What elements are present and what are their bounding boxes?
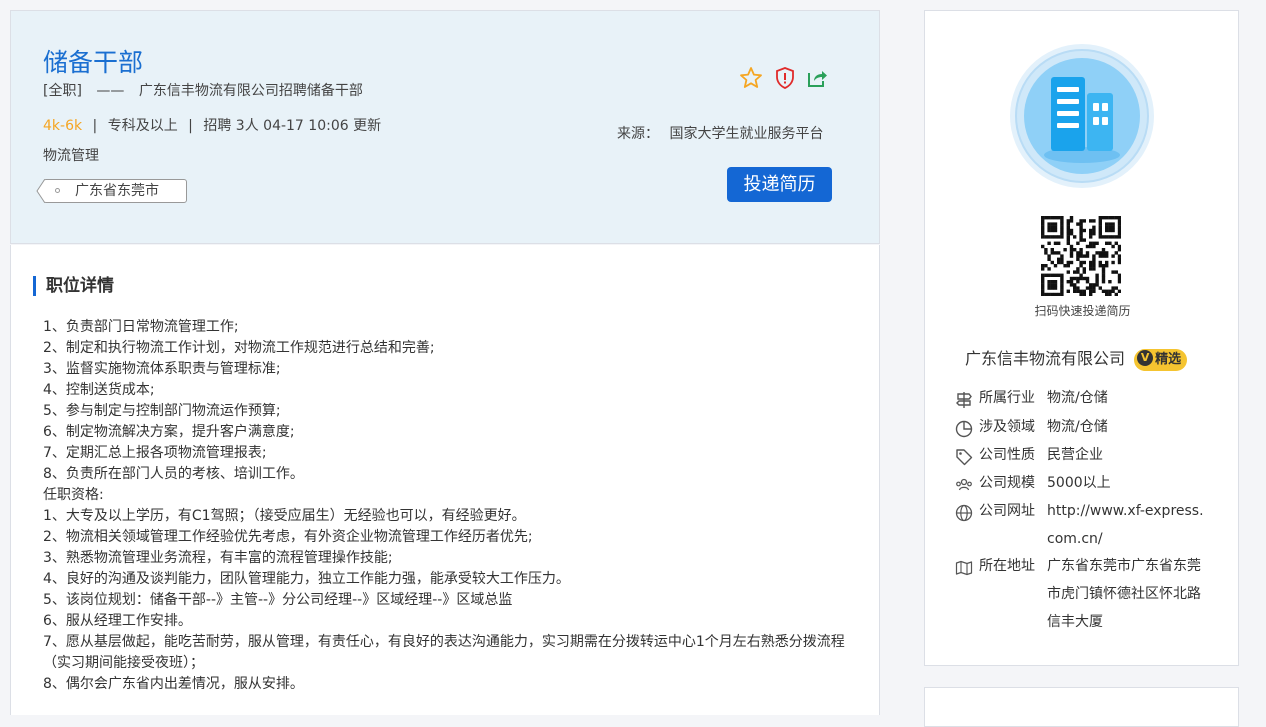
signpost-icon: [956, 392, 972, 408]
website-link[interactable]: http://www.xf-express.com.cn/: [1047, 497, 1209, 553]
desc-line: 任职资格:: [43, 487, 104, 503]
info-label: 公司规模: [979, 475, 1035, 491]
people-icon: [956, 478, 972, 491]
desc-line: 3、监督实施物流体系职责与管理标准;: [43, 361, 281, 377]
info-value: 民营企业: [1047, 447, 1103, 463]
desc-line: 2、物流相关领域管理工作经验优先考虑，有外资企业物流管理工作经历者优先;: [43, 529, 533, 545]
shield-report-icon[interactable]: [773, 66, 797, 90]
job-subtitle: 广东信丰物流有限公司招聘储备干部: [138, 83, 363, 99]
location-text: 广东省东莞市: [75, 183, 159, 199]
desc-line: 5、该岗位规划：储备干部--》主管--》分公司经理--》区域经理--》区域总监: [43, 592, 513, 608]
info-value: 5000以上: [1047, 475, 1111, 491]
desc-line: 5、参与制定与控制部门物流运作预算;: [43, 403, 281, 419]
headcount: 招聘 3人: [203, 118, 259, 134]
separator: |: [92, 118, 98, 134]
company-name-line: 广东信丰物流有限公司 V 精选: [965, 345, 1188, 371]
job-title: 储备干部: [43, 48, 144, 77]
separator: |: [188, 118, 193, 134]
source-value: 国家大学生就业服务平台: [669, 126, 824, 142]
info-value: 物流/仓储: [1047, 419, 1108, 435]
info-label: 涉及领域: [979, 419, 1035, 435]
desc-line: 6、制定物流解决方案，提升客户满意度;: [43, 424, 295, 440]
info-value: 广东省东莞市广东省东莞市虎门镇怀德社区怀北路信丰大厦: [1047, 558, 1201, 630]
desc-line: 7、定期汇总上报各项物流管理报表;: [43, 445, 267, 461]
qr-caption: 扫码快速投递简历: [1034, 304, 1131, 318]
dash: ——: [96, 83, 125, 99]
tag-icon: [956, 449, 973, 466]
globe-icon: [955, 504, 973, 522]
share-icon[interactable]: [805, 66, 829, 90]
education: 专科及以上: [107, 118, 178, 134]
company-logo-icon: [1010, 44, 1154, 188]
job-meta: 4k-6k | 专科及以上 | 招聘 3人 04-17 10:06 更新: [43, 115, 381, 135]
desc-line: 6、服从经理工作安排。: [43, 613, 192, 629]
desc-line: 4、控制送货成本;: [43, 382, 155, 398]
secondary-card: [924, 687, 1239, 727]
desc-line: 8、负责所在部门人员的考核、培训工作。: [43, 466, 304, 482]
section-title: 职位详情: [33, 276, 114, 296]
job-header-card: 储备干部 [全职] —— 广东信丰物流有限公司招聘储备干部 4k-6k | 专科…: [10, 10, 880, 244]
info-label: 公司性质: [979, 447, 1035, 463]
map-pin-icon: [955, 560, 973, 576]
v-icon: V: [1137, 350, 1154, 366]
company-card: 扫码快速投递简历 广东信丰物流有限公司 V 精选 所属行业 物流/仓储 涉及领域 …: [924, 10, 1239, 666]
job-type: [全职]: [43, 83, 82, 99]
source-line: 来源： 国家大学生就业服务平台: [617, 123, 823, 143]
updated-time: 04-17 10:06 更新: [263, 118, 382, 134]
tag-notch-icon: [36, 179, 45, 203]
desc-line: 1、负责部门日常物流管理工作;: [43, 319, 239, 335]
badge-text: 精选: [1155, 351, 1182, 367]
job-description: 1、负责部门日常物流管理工作; 2、制定和执行物流工作计划，对物流工作规范进行总…: [43, 317, 858, 695]
job-detail-card: 职位详情 1、负责部门日常物流管理工作; 2、制定和执行物流工作计划，对物流工作…: [10, 245, 880, 715]
source-label: 来源：: [617, 126, 659, 142]
info-label: 公司网址: [979, 503, 1035, 519]
info-label: 所在地址: [979, 558, 1035, 574]
info-value: 物流/仓储: [1047, 390, 1108, 406]
location-tag: 广东省东莞市: [36, 179, 187, 203]
desc-line: 7、愿从基层做起，能吃苦耐劳，服从管理，有责任心，有良好的表达沟通能力，实习期需…: [43, 634, 845, 671]
desc-line: 2、制定和执行物流工作计划，对物流工作规范进行总结和完善;: [43, 340, 435, 356]
desc-line: 1、大专及以上学历，有C1驾照；（接受应届生）无经验也可以，有经验更好。: [43, 508, 526, 524]
qr-code-icon: [1041, 216, 1121, 296]
info-label: 所属行业: [979, 390, 1035, 406]
desc-line: 4、良好的沟通及谈判能力，团队管理能力，独立工作能力强，能承受较大工作压力。: [43, 571, 570, 587]
apply-resume-button[interactable]: 投递简历: [727, 167, 832, 202]
featured-badge: V 精选: [1134, 348, 1188, 371]
job-subtitle-line: [全职] —— 广东信丰物流有限公司招聘储备干部: [43, 80, 363, 100]
salary: 4k-6k: [43, 118, 83, 134]
desc-line: 3、熟悉物流管理业务流程，有丰富的流程管理操作技能;: [43, 550, 393, 566]
desc-line: 8、偶尔会广东省内出差情况，服从安排。: [43, 676, 304, 692]
pie-icon: [955, 420, 973, 438]
tag-hole-icon: [55, 188, 60, 193]
star-icon[interactable]: [739, 66, 763, 90]
company-name[interactable]: 广东信丰物流有限公司: [965, 349, 1125, 368]
job-category: 物流管理: [43, 148, 99, 164]
